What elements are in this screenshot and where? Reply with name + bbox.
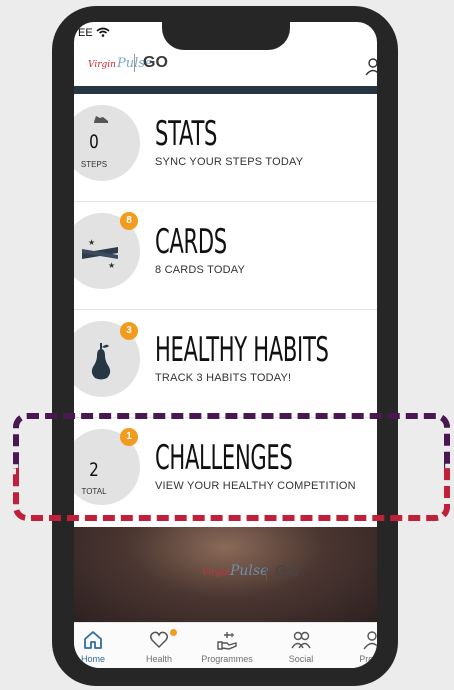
tab-health-label: Health (145, 654, 172, 664)
challenges-title: CHALLENGES (155, 438, 293, 478)
banner-brand: Pulse (229, 563, 269, 579)
cards-title: CARDS (155, 222, 227, 262)
cards-card[interactable]: ★ ★ 8 CARDS 8 CARDS TODAY (74, 202, 377, 310)
steps-value: 0 (89, 131, 99, 153)
stats-circle: 0 STEPS (74, 105, 140, 181)
tab-home-label: Home (80, 654, 105, 664)
phone-notch (162, 6, 290, 50)
banner-virgin: Virgin (202, 568, 230, 578)
stats-subtitle: SYNC YOUR STEPS TODAY (155, 156, 304, 168)
health-notification-dot (170, 629, 177, 636)
logo-go: GO (134, 54, 168, 72)
tab-programmes[interactable]: Programmes (192, 623, 262, 668)
heart-icon (149, 631, 169, 649)
tab-bar: Home Health Programmes Social Profi (74, 622, 377, 668)
tab-profile[interactable]: Profile (337, 623, 377, 668)
cards-subtitle: 8 CARDS TODAY (155, 264, 246, 276)
brand-banner: VirginPulse GO (74, 527, 377, 627)
stats-card[interactable]: 0 STEPS STATS SYNC YOUR STEPS TODAY (74, 94, 377, 202)
people-icon (291, 631, 311, 649)
hand-stars-icon (217, 632, 237, 650)
banner-go: GO (266, 563, 300, 581)
challenges-unit: TOTAL (81, 487, 107, 496)
challenges-subtitle: VIEW YOUR HEALTHY COMPETITION (155, 480, 356, 492)
app-screen: EE VirginPulse GO 0 STEPS STATS SYNC YOU… (74, 22, 377, 668)
habits-subtitle: TRACK 3 HABITS TODAY! (155, 372, 292, 384)
pear-icon (91, 343, 111, 380)
tab-health[interactable]: Health (124, 623, 194, 668)
tab-social[interactable]: Social (266, 623, 336, 668)
tab-social-label: Social (288, 654, 314, 664)
challenges-value: 2 (89, 459, 99, 481)
app-header: VirginPulse GO (74, 44, 377, 88)
status-bar: EE (78, 27, 110, 39)
steps-unit: STEPS (80, 160, 108, 169)
shoe-icon (94, 116, 108, 123)
person-icon (363, 631, 377, 650)
banner-logo: VirginPulse (202, 563, 268, 579)
cards-badge: 8 (120, 212, 138, 230)
tab-programmes-label: Programmes (201, 654, 253, 664)
challenges-badge: 1 (120, 428, 138, 446)
stats-title: STATS (155, 114, 218, 154)
challenges-card[interactable]: 2 TOTAL 1 CHALLENGES VIEW YOUR HEALTHY C… (74, 418, 377, 537)
healthy-habits-card[interactable]: 3 HEALTHY HABITS TRACK 3 HABITS TODAY! (74, 310, 377, 418)
cards-icon: ★ ★ (82, 238, 118, 269)
tab-home[interactable]: Home (74, 623, 128, 668)
svg-text:★: ★ (88, 238, 95, 247)
home-icon (84, 631, 102, 649)
logo-virgin: Virgin (88, 60, 116, 70)
habits-title: HEALTHY HABITS (155, 330, 329, 370)
carrier-label: EE (78, 27, 93, 39)
header-divider-bar (74, 86, 377, 94)
svg-text:★: ★ (108, 261, 115, 269)
tab-profile-label: Profile (359, 654, 377, 664)
wifi-icon (96, 27, 110, 37)
profile-icon[interactable] (365, 58, 377, 76)
habits-badge: 3 (120, 322, 138, 340)
